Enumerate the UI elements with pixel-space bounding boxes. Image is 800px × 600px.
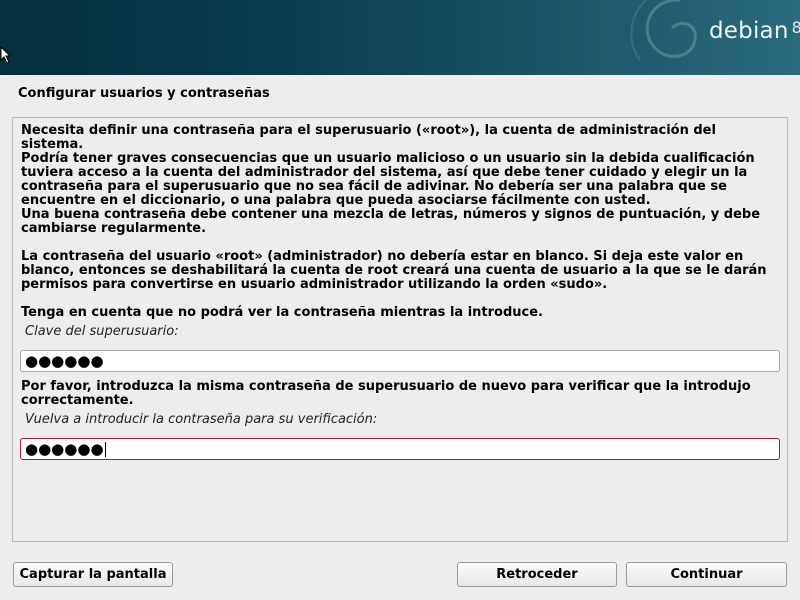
verify-password-value: ●●●●●●: [25, 440, 104, 458]
debian-logo: debian 8: [709, 18, 800, 44]
root-password-label: Clave del superusuario:: [25, 324, 179, 339]
verify-paragraph: Por favor, introduzca la misma contraseñ…: [21, 379, 751, 408]
page-title: Configurar usuarios y contraseñas: [18, 86, 270, 101]
screenshot-button[interactable]: Capturar la pantalla: [13, 562, 173, 587]
continue-button[interactable]: Continuar: [626, 562, 787, 587]
verify-password-label: Vuelva a introducir la contraseña para s…: [25, 412, 378, 427]
blank-root-paragraph: La contraseña del usuario «root» (admini…: [21, 249, 767, 292]
root-password-value: ●●●●●●: [25, 352, 104, 370]
mouse-pointer-icon: [0, 46, 12, 64]
text-caret: [104, 441, 106, 457]
hidden-input-note: Tenga en cuenta que no podrá ver la cont…: [21, 305, 543, 320]
root-password-input[interactable]: ●●●●●●: [20, 350, 780, 372]
installer-banner: debian 8: [0, 0, 800, 75]
good-password-paragraph: Una buena contraseña debe contener una m…: [21, 207, 761, 236]
back-button[interactable]: Retroceder: [457, 562, 617, 587]
verify-password-input[interactable]: ●●●●●●: [20, 438, 780, 460]
logo-text: debian: [709, 18, 789, 44]
logo-version: 8: [791, 18, 800, 37]
intro-paragraph: Necesita definir una contraseña para el …: [21, 123, 755, 208]
